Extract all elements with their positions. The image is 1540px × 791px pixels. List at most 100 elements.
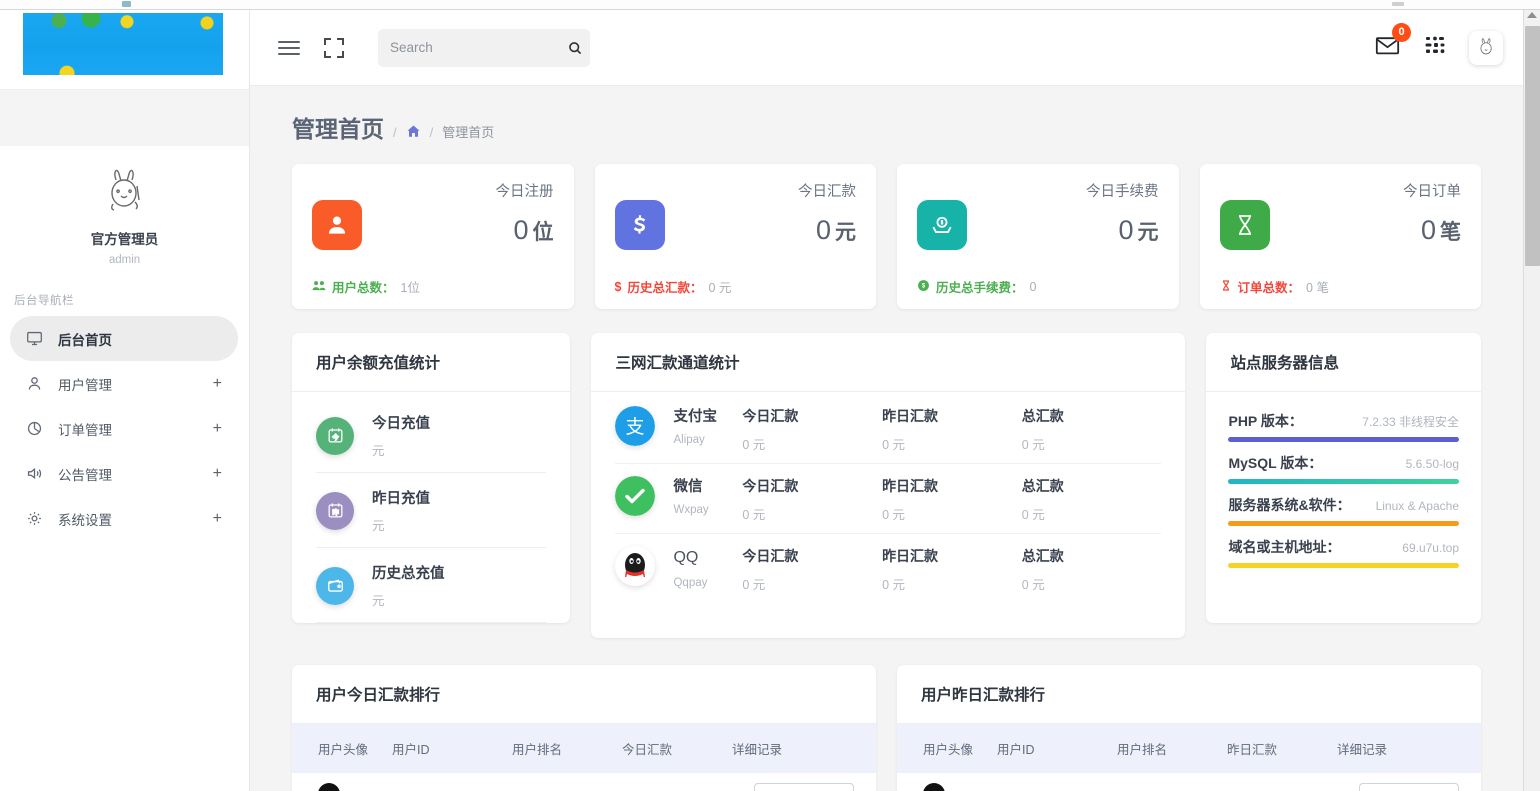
chrome-tab-favicon xyxy=(122,1,131,7)
hourglass-small-icon xyxy=(1220,279,1232,295)
sidebar-item-users[interactable]: 用户管理 + xyxy=(10,361,238,406)
stat-footer: $ 历史总手续费： 0 xyxy=(917,277,1036,296)
detail-button[interactable] xyxy=(1359,783,1459,791)
info-value: 69.u7u.top xyxy=(1402,541,1459,555)
detail-button[interactable] xyxy=(754,783,854,791)
hamburger-icon[interactable] xyxy=(278,37,300,59)
qq-icon xyxy=(615,546,655,586)
table-row[interactable] xyxy=(292,773,876,791)
search-box[interactable] xyxy=(378,29,590,67)
column-header: 总汇款 xyxy=(1022,406,1162,426)
expand-icon[interactable] xyxy=(324,38,344,58)
stat-number: 0 xyxy=(513,215,528,245)
column-header: 用户排名 xyxy=(1117,739,1227,758)
column-header: 用户ID xyxy=(997,739,1117,758)
search-input[interactable] xyxy=(390,40,567,55)
home-icon[interactable] xyxy=(406,124,421,144)
sidebar-item-label: 后台首页 xyxy=(58,329,112,349)
list-item[interactable]: 历史总充值 元 xyxy=(316,548,546,623)
profile-avatar xyxy=(96,162,154,220)
stat-value: 0元 xyxy=(798,215,856,246)
list-item-label: 历史总充值 xyxy=(372,562,445,583)
stat-foot-value: 0 元 xyxy=(708,277,731,296)
app-viewport: 后台 xyxy=(0,0,1540,791)
list-item: MySQL 版本： 5.6.50-log xyxy=(1228,442,1459,484)
panel-title: 用户今日汇款排行 xyxy=(292,665,876,724)
column-header: 用户排名 xyxy=(512,739,622,758)
cell-value: 0 元 xyxy=(882,504,1022,523)
column-header: 用户ID xyxy=(392,739,512,758)
vertical-scrollbar[interactable] xyxy=(1523,10,1540,791)
list-item[interactable]: 微信 Wxpay 今日汇款0 元 昨日汇款0 元 总汇款0 元 xyxy=(615,464,1161,534)
user-icon xyxy=(26,375,48,392)
breadcrumb-current[interactable]: 管理首页 xyxy=(442,122,494,141)
sidebar-item-label: 公告管理 xyxy=(58,464,112,484)
balance-panel: 用户余额充值统计 今 今日充值 元 昨 xyxy=(292,333,570,623)
cell-value: 0 元 xyxy=(882,434,1022,453)
expand-plus-icon[interactable]: + xyxy=(213,510,222,528)
mail-badge: 0 xyxy=(1392,23,1411,42)
stat-card-fees[interactable]: 今日手续费 0元 $ 历史总手续费： 0 xyxy=(897,164,1179,309)
nav-caption: 后台导航栏 xyxy=(0,278,249,316)
stat-foot-label: 订单总数： xyxy=(1238,277,1301,296)
channel-name: 微信 xyxy=(673,476,742,498)
progress-bar xyxy=(1228,563,1459,568)
stat-card-orders[interactable]: 今日订单 0笔 订单总数： 0 笔 xyxy=(1200,164,1482,309)
expand-plus-icon[interactable]: + xyxy=(213,465,222,483)
search-icon[interactable] xyxy=(567,40,583,56)
stat-card-remittance[interactable]: 今日汇款 0元 $ 历史总汇款： 0 元 xyxy=(595,164,877,309)
sidebar-item-orders[interactable]: 订单管理 + xyxy=(10,406,238,451)
sidebar-item-settings[interactable]: 系统设置 + xyxy=(10,496,238,541)
chrome-control-hint xyxy=(1392,2,1404,6)
mail-button[interactable]: 0 xyxy=(1374,32,1401,64)
info-value: 7.2.33 非线程安全 xyxy=(1362,413,1459,430)
scroll-up-arrow-icon[interactable] xyxy=(1527,12,1537,18)
table-header-row: 用户头像 用户ID 用户排名 昨日汇款 详细记录 xyxy=(897,724,1481,773)
stat-unit: 元 xyxy=(1138,221,1159,244)
row-avatar xyxy=(897,783,997,791)
stat-label: 今日订单 xyxy=(1403,180,1461,201)
list-item[interactable]: 今 今日充值 元 xyxy=(316,398,546,473)
list-item[interactable]: 支 支付宝 Alipay 今日汇款0 元 昨日汇款0 元 总汇款0 元 xyxy=(615,394,1161,464)
channel-code: Qqpay xyxy=(673,577,742,589)
scrollbar-thumb[interactable] xyxy=(1525,26,1540,266)
dollar-small-icon: $ xyxy=(615,280,622,294)
stat-card-registrations[interactable]: 今日注册 0位 用户总数： 1位 xyxy=(292,164,574,309)
sidebar-item-label: 订单管理 xyxy=(58,419,112,439)
wechat-icon xyxy=(615,476,655,516)
list-item[interactable]: QQ Qqpay 今日汇款0 元 昨日汇款0 元 总汇款0 元 xyxy=(615,534,1161,603)
row-avatar xyxy=(292,783,392,791)
avatar[interactable] xyxy=(1469,31,1503,65)
sidebar-item-label: 用户管理 xyxy=(58,374,112,394)
stat-unit: 笔 xyxy=(1440,221,1461,244)
alipay-icon: 支 xyxy=(615,406,655,446)
sidebar-logo[interactable]: 后台 xyxy=(0,10,249,90)
sidebar-item-announcements[interactable]: 公告管理 + xyxy=(10,451,238,496)
stat-cards-row: 今日注册 0位 用户总数： 1位 xyxy=(278,164,1495,309)
apps-grid-icon[interactable] xyxy=(1423,33,1447,62)
list-item[interactable]: 昨 昨日充值 元 xyxy=(316,473,546,548)
server-info-list: PHP 版本： 7.2.33 非线程安全 MySQL 版本： 5.6.50-lo… xyxy=(1206,392,1481,576)
panel-title: 站点服务器信息 xyxy=(1206,333,1481,392)
user-solid-icon xyxy=(312,200,362,250)
stat-foot-value: 1位 xyxy=(401,277,420,296)
calendar-today-icon: 今 xyxy=(316,417,354,455)
stat-label: 今日手续费 xyxy=(1086,180,1159,201)
expand-plus-icon[interactable]: + xyxy=(213,375,222,393)
column-header: 用户头像 xyxy=(292,739,392,758)
table-header-row: 用户头像 用户ID 用户排名 今日汇款 详细记录 xyxy=(292,724,876,773)
info-key: 域名或主机地址： xyxy=(1228,537,1340,557)
stat-value: 0笔 xyxy=(1403,215,1461,246)
sidebar-item-dashboard[interactable]: 后台首页 xyxy=(10,316,238,361)
column-header: 昨日汇款 xyxy=(882,406,1022,426)
list-item-label: 今日充值 xyxy=(372,412,430,433)
stat-value: 0位 xyxy=(496,215,554,246)
coin-icon xyxy=(917,200,967,250)
speaker-icon xyxy=(26,465,48,482)
rank-today-panel: 用户今日汇款排行 用户头像 用户ID 用户排名 今日汇款 详细记录 xyxy=(292,665,876,791)
stat-number: 0 xyxy=(1421,215,1436,245)
expand-plus-icon[interactable]: + xyxy=(213,420,222,438)
table-row[interactable] xyxy=(897,773,1481,791)
stat-unit: 位 xyxy=(533,221,554,244)
column-header: 昨日汇款 xyxy=(882,546,1022,566)
